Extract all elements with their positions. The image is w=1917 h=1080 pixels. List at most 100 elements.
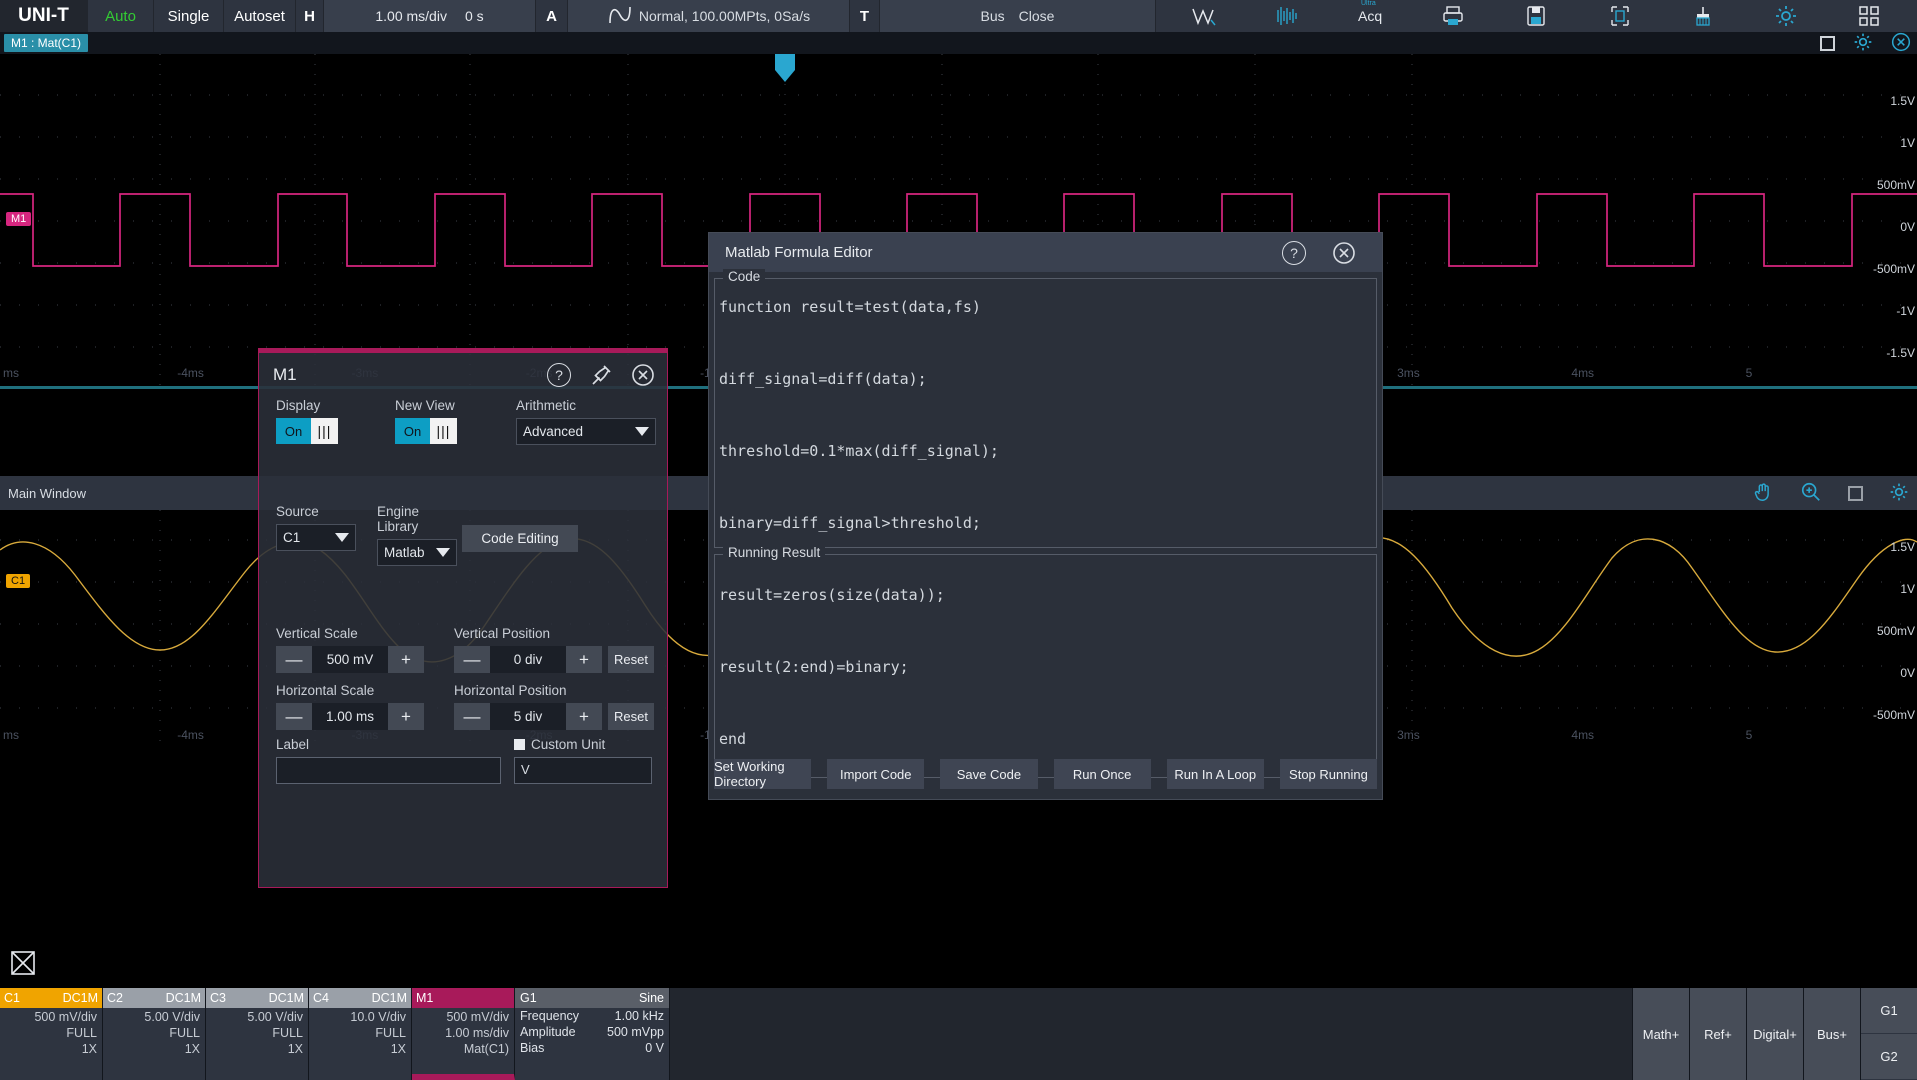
vertical-position-stepper[interactable]: — 0 div + <box>454 646 602 673</box>
window-mode-icon[interactable] <box>1848 486 1863 501</box>
label-input[interactable] <box>276 757 501 784</box>
vertical-scale-decrement[interactable]: — <box>276 646 312 673</box>
ref-add-button[interactable]: Ref+ <box>1689 988 1746 1080</box>
vertical-position-reset-button[interactable]: Reset <box>608 646 654 673</box>
v-scale-label: 1.5V <box>1861 540 1915 554</box>
display-toggle[interactable]: On ||| <box>276 418 338 444</box>
xy-mode-icon[interactable] <box>8 948 38 978</box>
new-view-toggle-bars[interactable]: ||| <box>430 418 457 444</box>
fft-icon[interactable] <box>1265 0 1309 32</box>
new-view-toggle-on[interactable]: On <box>395 418 430 444</box>
horizontal-scale-increment[interactable]: + <box>388 703 424 730</box>
help-icon[interactable]: ? <box>1282 241 1306 265</box>
channel-header[interactable]: C1 DC1M <box>0 988 102 1008</box>
save-code-button[interactable]: Save Code <box>940 759 1037 789</box>
stop-running-button[interactable]: Stop Running <box>1280 759 1377 789</box>
horizontal-scale-decrement[interactable]: — <box>276 703 312 730</box>
custom-unit-checkbox-row[interactable]: Custom Unit <box>514 737 652 752</box>
channel-trace-marker[interactable]: C1 <box>6 574 30 588</box>
custom-unit-input[interactable]: V <box>514 757 652 784</box>
generator-panel[interactable]: G1 Sine Frequency 1.00 kHz Amplitude 500… <box>515 988 670 1080</box>
chevron-down-icon <box>436 548 450 557</box>
channel-body: 5.00 V/div FULL 1X <box>206 1008 308 1080</box>
help-icon[interactable]: ? <box>547 363 571 387</box>
single-button[interactable]: Single <box>154 0 224 32</box>
channel-panel-m1[interactable]: M1 500 mV/div 1.00 ms/div Mat(C1) <box>412 988 515 1080</box>
display-toggle-bars[interactable]: ||| <box>311 418 338 444</box>
channel-panel-c4[interactable]: C4 DC1M 10.0 V/div FULL 1X <box>309 988 412 1080</box>
code-editor[interactable]: function result=test(data,fs) diff_signa… <box>719 289 1372 543</box>
math-channel-header[interactable]: M1 <box>412 988 514 1008</box>
vertical-scale-stepper[interactable]: — 500 mV + <box>276 646 424 673</box>
math-trace-marker[interactable]: M1 <box>6 212 31 226</box>
run-in-a-loop-button[interactable]: Run In A Loop <box>1167 759 1264 789</box>
autoset-button[interactable]: Autoset <box>224 0 296 32</box>
window-mode-icon[interactable] <box>1820 36 1835 51</box>
channel-panel-c1[interactable]: C1 DC1M 500 mV/div FULL 1X <box>0 988 103 1080</box>
channel-header[interactable]: C2 DC1M <box>103 988 205 1008</box>
engine-library-select[interactable]: Matlab <box>377 539 457 566</box>
zoom-in-icon[interactable] <box>1800 481 1822 506</box>
bus-readout[interactable]: Bus Close <box>880 0 1156 32</box>
display-toggle-on[interactable]: On <box>276 418 311 444</box>
hand-pan-icon[interactable] <box>1752 481 1774 506</box>
horizontal-scale-value[interactable]: 1.00 ms <box>312 703 388 730</box>
run-mode-button[interactable]: Auto <box>88 0 154 32</box>
vertical-scale-increment[interactable]: + <box>388 646 424 673</box>
channel-header[interactable]: C3 DC1M <box>206 988 308 1008</box>
vertical-position-increment[interactable]: + <box>566 646 602 673</box>
digital-add-button[interactable]: Digital+ <box>1746 988 1803 1080</box>
horizontal-scale-stepper[interactable]: — 1.00 ms + <box>276 703 424 730</box>
math-settings-dialog[interactable]: M1 ? Display On ||| New View On ||| Arit… <box>258 348 668 888</box>
vertical-position-decrement[interactable]: — <box>454 646 490 673</box>
close-icon[interactable] <box>1891 32 1911 55</box>
horizontal-position-increment[interactable]: + <box>566 703 602 730</box>
vertical-scale-value[interactable]: 500 mV <box>312 646 388 673</box>
code-editing-button[interactable]: Code Editing <box>462 525 578 552</box>
vertical-position-value[interactable]: 0 div <box>490 646 566 673</box>
timebase-readout[interactable]: 1.00 ms/div 0 s <box>324 0 536 32</box>
run-once-button[interactable]: Run Once <box>1054 759 1151 789</box>
save-icon[interactable] <box>1514 0 1558 32</box>
channel-header[interactable]: C4 DC1M <box>309 988 411 1008</box>
waveform-icon[interactable] <box>1182 0 1226 32</box>
settings-icon[interactable] <box>1764 0 1808 32</box>
source-select[interactable]: C1 <box>276 524 356 551</box>
channel-body: 500 mV/div FULL 1X <box>0 1008 102 1080</box>
channel-panel-c2[interactable]: C2 DC1M 5.00 V/div FULL 1X <box>103 988 206 1080</box>
settings-icon[interactable] <box>1889 482 1909 505</box>
horizontal-position-stepper[interactable]: — 5 div + <box>454 703 602 730</box>
trigger-readout[interactable]: Normal, 100.00MPts, 0Sa/s <box>568 0 850 32</box>
new-view-toggle[interactable]: On ||| <box>395 418 457 444</box>
close-icon[interactable] <box>1332 241 1356 269</box>
apps-icon[interactable] <box>1847 0 1891 32</box>
print-icon[interactable] <box>1431 0 1475 32</box>
generator-header[interactable]: G1 Sine <box>515 988 669 1008</box>
math-trace-tag[interactable]: M1 : Mat(C1) <box>4 34 88 52</box>
brand-logo-text: UNI-T <box>18 5 69 27</box>
math-add-button[interactable]: Math+ <box>1632 988 1689 1080</box>
horizontal-position-decrement[interactable]: — <box>454 703 490 730</box>
close-icon[interactable] <box>631 363 655 392</box>
custom-unit-checkbox[interactable] <box>514 739 525 750</box>
generator-g2-button[interactable]: G2 <box>1861 1034 1917 1080</box>
import-code-button[interactable]: Import Code <box>827 759 924 789</box>
pin-icon[interactable] <box>589 363 613 392</box>
ultra-acq-icon[interactable]: Ultra Acq <box>1348 0 1392 32</box>
horizontal-indicator[interactable]: H <box>296 0 324 32</box>
set-working-directory-button[interactable]: Set Working Directory <box>714 759 811 789</box>
trigger-indicator[interactable]: T <box>850 0 880 32</box>
bus-add-button[interactable]: Bus+ <box>1803 988 1860 1080</box>
channel-panel-c3[interactable]: C3 DC1M 5.00 V/div FULL 1X <box>206 988 309 1080</box>
code-fieldset[interactable]: Code function result=test(data,fs) diff_… <box>714 278 1377 548</box>
settings-icon[interactable] <box>1853 32 1873 55</box>
matlab-formula-editor-dialog[interactable]: Matlab Formula Editor ? Code function re… <box>708 232 1383 800</box>
clear-icon[interactable] <box>1681 0 1725 32</box>
horizontal-position-reset-button[interactable]: Reset <box>608 703 654 730</box>
arithmetic-select[interactable]: Advanced <box>516 418 656 445</box>
channel-scale: 500 mV/div <box>34 1010 97 1024</box>
screenshot-icon[interactable] <box>1598 0 1642 32</box>
horizontal-position-value[interactable]: 5 div <box>490 703 566 730</box>
acquire-indicator[interactable]: A <box>536 0 568 32</box>
generator-g1-button[interactable]: G1 <box>1861 988 1917 1034</box>
